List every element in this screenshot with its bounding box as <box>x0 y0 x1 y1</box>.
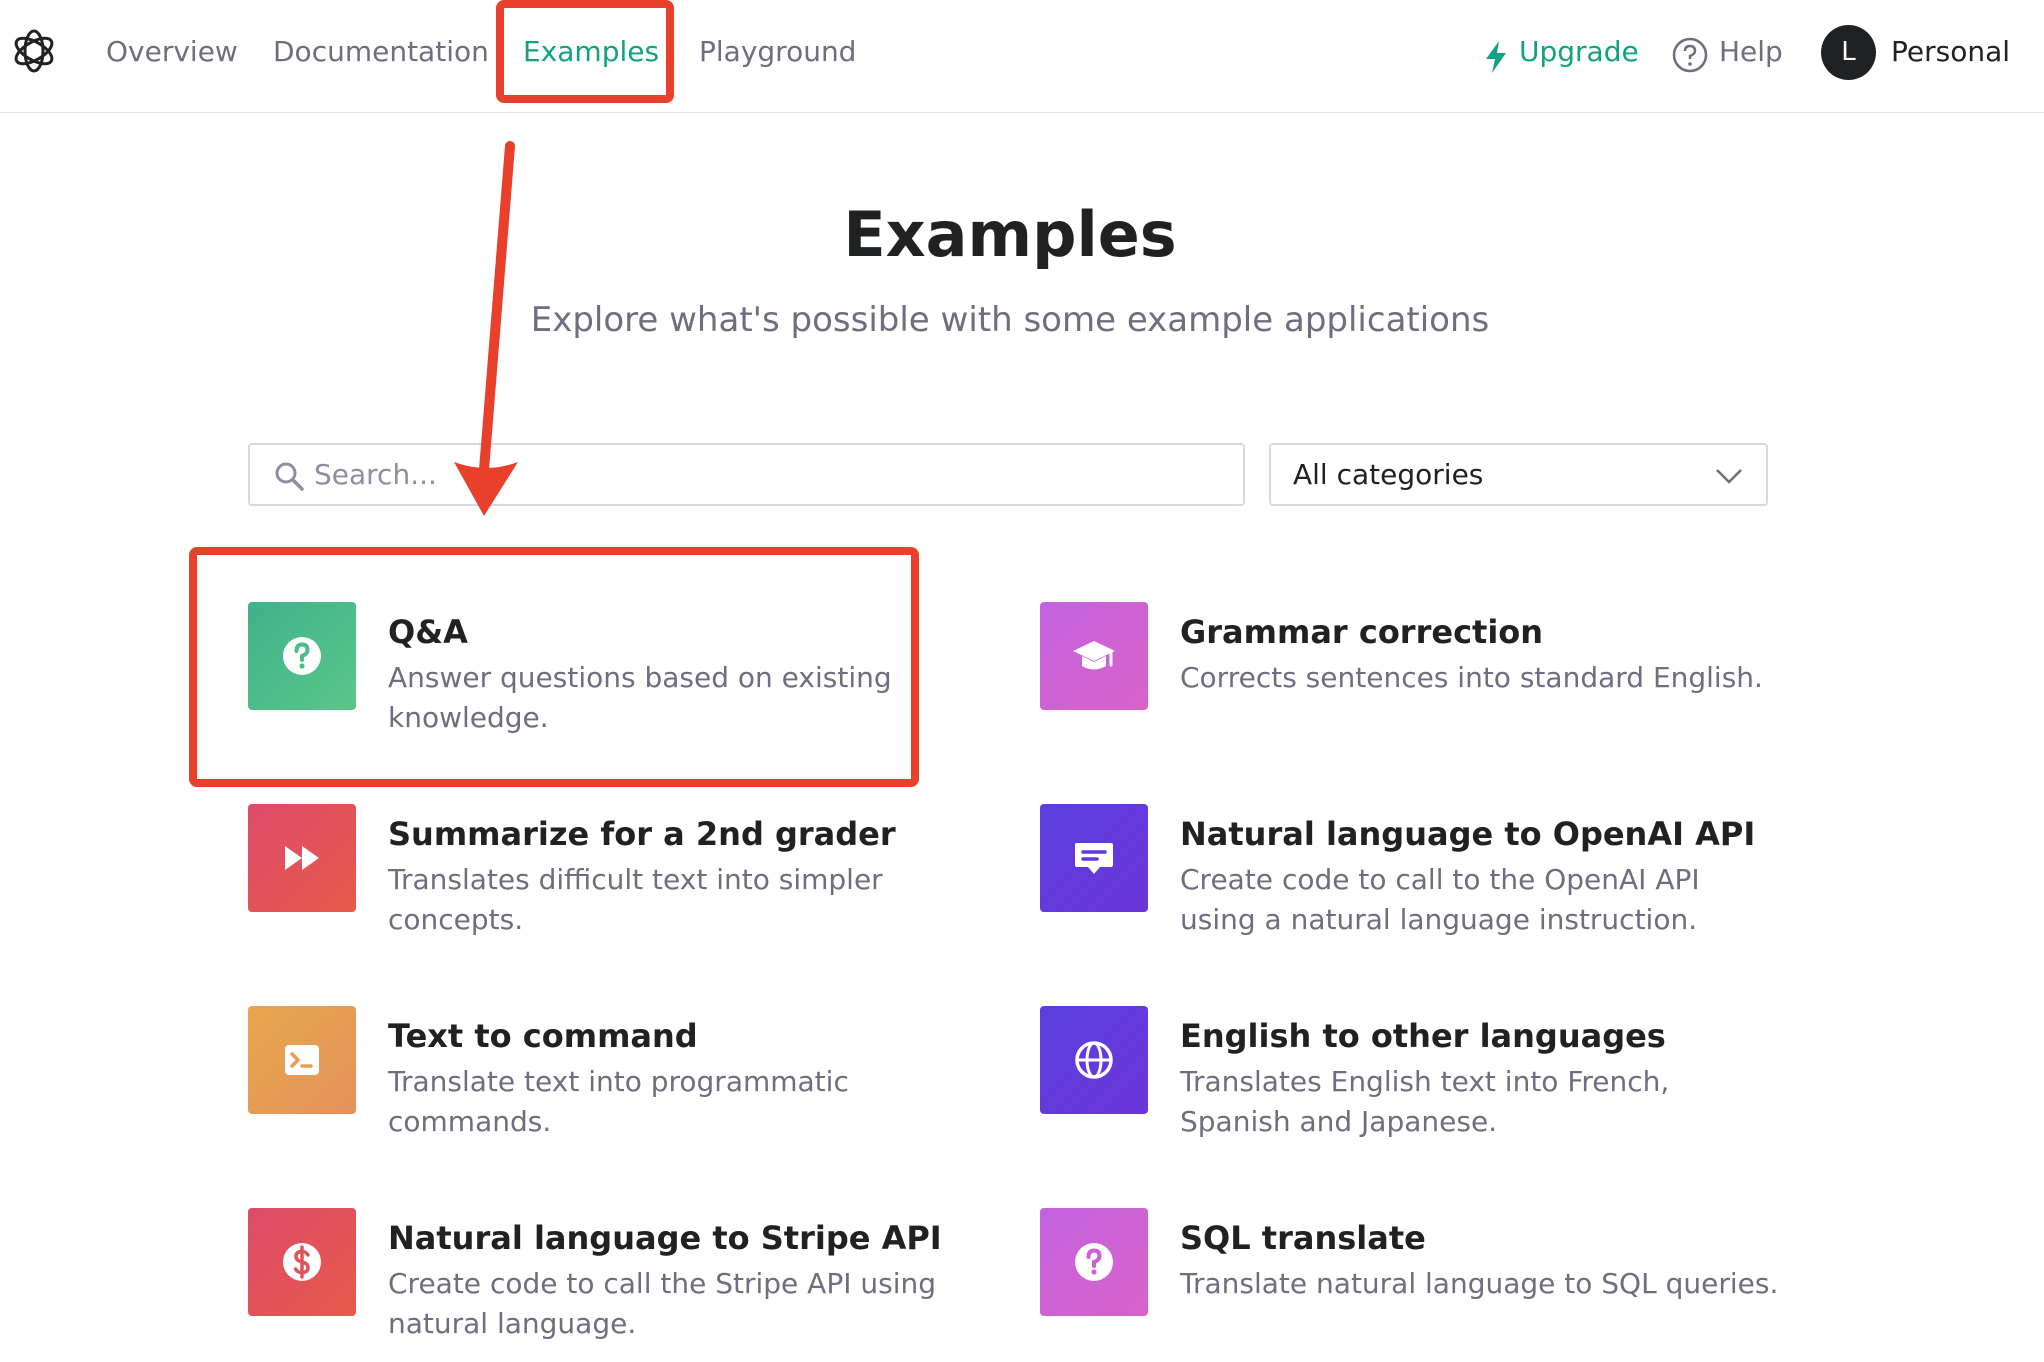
nav-overview[interactable]: Overview <box>106 32 238 72</box>
nav-documentation[interactable]: Documentation <box>273 32 489 72</box>
terminal-icon <box>285 1045 319 1075</box>
example-desc: Create code to call the Stripe API using… <box>388 1267 937 1340</box>
example-card-sql[interactable]: SQL translate Translate natural language… <box>1040 1208 1800 1362</box>
example-title: Natural language to Stripe API <box>388 1219 942 1257</box>
account-name[interactable]: Personal <box>1891 32 2010 72</box>
example-tile <box>1040 1006 1148 1114</box>
globe-icon <box>1075 1041 1113 1079</box>
example-card-stripe[interactable]: Natural language to Stripe API Create co… <box>248 1208 1008 1362</box>
example-card-translate[interactable]: English to other languages Translates En… <box>1040 1006 1800 1176</box>
openai-logo-icon[interactable] <box>10 27 58 75</box>
example-tile <box>1040 1208 1148 1316</box>
example-card-summarize[interactable]: Summarize for a 2nd grader Translates di… <box>248 804 1008 974</box>
page: Overview Documentation Examples Playgrou… <box>0 0 2044 1362</box>
search-placeholder: Search... <box>314 458 437 491</box>
example-tile <box>248 1006 356 1114</box>
example-title: SQL translate <box>1180 1219 1426 1257</box>
example-title: Grammar correction <box>1180 613 1544 651</box>
lightning-icon <box>1486 41 1506 73</box>
nav-playground[interactable]: Playground <box>699 32 856 72</box>
chevron-down-icon <box>1716 469 1742 484</box>
fast-forward-icon <box>285 846 319 870</box>
example-desc: Create code to call to the OpenAI API us… <box>1180 863 1700 936</box>
example-desc: Corrects sentences into standard English… <box>1180 661 1763 694</box>
page-title: Examples <box>843 198 1177 271</box>
avatar[interactable]: L <box>1821 25 1876 80</box>
nav-examples[interactable]: Examples <box>523 32 659 72</box>
category-value: All categories <box>1293 458 1484 491</box>
example-tile <box>248 1208 356 1316</box>
question-icon <box>1075 1243 1113 1281</box>
example-desc: Translate natural language to SQL querie… <box>1180 1267 1779 1300</box>
help-icon[interactable] <box>1672 37 1708 73</box>
help-link[interactable]: Help <box>1719 32 1783 72</box>
example-card-qa[interactable]: Q&A Answer questions based on existing k… <box>248 602 1008 772</box>
example-title: Text to command <box>388 1017 698 1055</box>
search-icon <box>275 462 304 491</box>
search-input[interactable]: Search... <box>248 443 1245 506</box>
top-nav: Overview Documentation Examples Playgrou… <box>0 0 2044 113</box>
example-title: Natural language to OpenAI API <box>1180 815 1756 853</box>
category-select[interactable]: All categories <box>1269 443 1768 506</box>
example-desc: Translates English text into French, Spa… <box>1180 1065 1670 1138</box>
annotation-arrow-icon <box>454 141 518 516</box>
chat-bubble-icon <box>1075 843 1113 874</box>
page-subtitle: Explore what's possible with some exampl… <box>530 300 1490 340</box>
dollar-icon <box>283 1243 321 1281</box>
example-title: Q&A <box>388 613 468 651</box>
question-icon <box>283 637 321 675</box>
graduation-cap-icon <box>1073 641 1115 670</box>
example-tile <box>248 804 356 912</box>
example-desc: Answer questions based on existing knowl… <box>388 661 892 734</box>
example-card-text-to-command[interactable]: Text to command Translate text into prog… <box>248 1006 1008 1176</box>
example-card-openai-api[interactable]: Natural language to OpenAI API Create co… <box>1040 804 1800 974</box>
example-tile <box>1040 602 1148 710</box>
example-title: Summarize for a 2nd grader <box>388 815 896 853</box>
example-tile <box>1040 804 1148 912</box>
upgrade-link[interactable]: Upgrade <box>1519 32 1639 72</box>
example-title: English to other languages <box>1180 1017 1666 1055</box>
example-tile <box>248 602 356 710</box>
example-desc: Translate text into programmatic command… <box>388 1065 849 1138</box>
example-desc: Translates difficult text into simpler c… <box>388 863 883 936</box>
example-card-grammar[interactable]: Grammar correction Corrects sentences in… <box>1040 602 1800 772</box>
